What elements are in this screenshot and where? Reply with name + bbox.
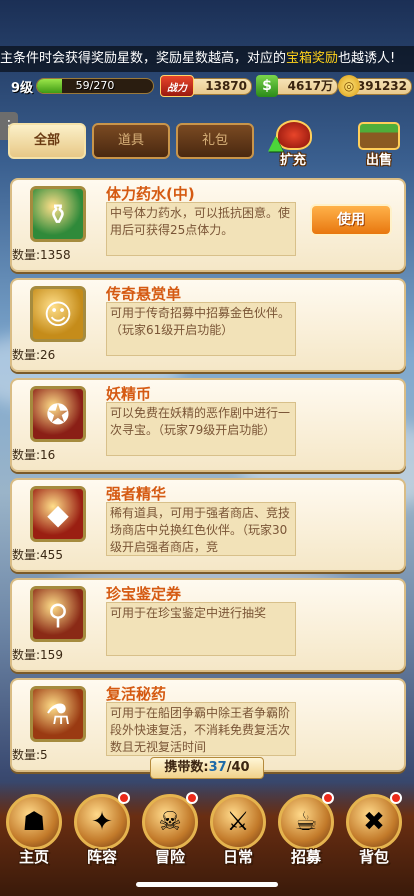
carry-label: 携带数: xyxy=(164,760,209,775)
carry-capacity: 携带数:37/40 xyxy=(150,757,264,779)
item-quantity: 数量:16 xyxy=(12,448,56,462)
expand-button[interactable]: ▲ 扩充 xyxy=(264,120,322,168)
item-quantity: 数量:159 xyxy=(12,648,63,662)
magnifier-icon: ⚲ xyxy=(30,586,86,642)
ticker-text-end: 也越诱人! xyxy=(338,51,396,66)
item-description: 中号体力药水，可以抵抗困意。使用后可获得25点体力。 xyxy=(106,202,296,256)
item-card-treasure-appraisal-ticket[interactable]: ⚲ 珍宝鉴定券 可用于在珍宝鉴定中进行抽奖数量:159 xyxy=(10,578,406,672)
nav-label: 冒险 xyxy=(154,848,185,866)
item-card-elite-essence[interactable]: ◆ 强者精华 稀有道具，可用于强者商店、竞技场商店中兑换红色伙伴。（玩家30级开启强… xyxy=(10,478,406,572)
item-glyph: ⚱ xyxy=(46,197,70,231)
notification-badge xyxy=(322,792,334,804)
nav-glyph: ☗ xyxy=(22,807,46,837)
item-name: 复活秘药 xyxy=(106,685,167,703)
item-quantity: 数量:455 xyxy=(12,548,63,562)
nav-label: 背包 xyxy=(358,848,389,866)
xp-bar: 59/270 xyxy=(36,78,154,94)
xp-text: 59/270 xyxy=(75,79,115,92)
sell-label: 出售 xyxy=(365,153,392,168)
nav-label: 招募 xyxy=(290,848,321,866)
item-description: 可用于在船团争霸中除王者争霸阶段外快速复活，不消耗免费复活次数且无视复活时间 xyxy=(106,702,296,756)
bag-tabs: 全部 道具 礼包 ▲ 扩充 出售 xyxy=(0,118,414,168)
item-glyph: ✪ xyxy=(46,397,70,431)
item-name: 妖精币 xyxy=(106,385,152,403)
carry-max: /40 xyxy=(226,760,250,775)
item-card-stamina-potion[interactable]: ⚱ 体力药水(中) 中号体力药水，可以抵抗困意。使用后可获得25点体力。数量:135… xyxy=(10,178,406,272)
item-glyph: ☺ xyxy=(43,297,73,331)
item-quantity: 数量:26 xyxy=(12,348,56,362)
item-description: 可用于在珍宝鉴定中进行抽奖 xyxy=(106,602,296,656)
announcement-ticker: 主条件时会获得奖励星数，奖励星数越高，对应的宝箱奖励也越诱人! xyxy=(0,46,414,72)
item-card-fairy-coin[interactable]: ✪ 妖精币 可以免费在妖精的恶作剧中进行一次寻宝。（玩家79级开启功能） 数量:16 xyxy=(10,378,406,472)
sword-icon: ⚔ xyxy=(210,794,266,850)
item-description: 可以免费在妖精的恶作剧中进行一次寻宝。（玩家79级开启功能） xyxy=(106,402,296,456)
wanted-poster-icon: ☺ xyxy=(30,286,86,342)
player-level: 9级 xyxy=(11,81,34,96)
nav-bag[interactable]: ✖ 背包 xyxy=(342,792,406,868)
item-description: 可用于传奇招募中招募金色伙伴。（玩家61级开启功能） xyxy=(106,302,296,356)
bottom-navigation: ☗ 主页 ✦ 阵容 ☠ 冒险 ⚔ 日常 ☕ 招募 ✖ 背包 xyxy=(0,782,414,896)
item-name: 体力药水(中) xyxy=(106,185,195,203)
nav-glyph: ☠ xyxy=(158,807,182,837)
item-name: 珍宝鉴定券 xyxy=(106,585,182,603)
status-bar: 9级 59/270 13870 战力 4617万 $ 391232 ◎ xyxy=(0,74,414,98)
home-icon: ☗ xyxy=(6,794,62,850)
crystal-icon: ◆ xyxy=(30,486,86,542)
fairy-coin-icon: ✪ xyxy=(30,386,86,442)
notification-badge xyxy=(390,792,402,804)
nav-label: 阵容 xyxy=(86,848,117,866)
gold-coin-icon: ◎ xyxy=(338,75,360,97)
nav-lineup[interactable]: ✦ 阵容 xyxy=(70,792,134,868)
nav-home[interactable]: ☗ 主页 xyxy=(2,794,66,868)
nav-label: 日常 xyxy=(222,848,253,866)
nav-adventure[interactable]: ☠ 冒险 xyxy=(138,792,202,868)
item-name: 传奇悬赏单 xyxy=(106,285,182,303)
notification-badge xyxy=(186,792,198,804)
item-quantity: 数量:1358 xyxy=(12,248,71,262)
ticker-highlight: 宝箱奖励 xyxy=(286,51,339,66)
tab-items[interactable]: 道具 xyxy=(92,123,170,159)
nav-label: 主页 xyxy=(18,848,49,866)
item-description: 稀有道具，可用于强者商店、竞技场商店中兑换红色伙伴。（玩家30级开启强者商店，竞 xyxy=(106,502,296,556)
home-indicator xyxy=(136,882,278,887)
treasure-chest-icon xyxy=(358,122,400,150)
nav-glyph: ⚔ xyxy=(226,807,250,837)
tab-gift-packs[interactable]: 礼包 xyxy=(176,123,254,159)
item-name: 强者精华 xyxy=(106,485,167,503)
nav-glyph: ☕ xyxy=(294,807,318,837)
item-glyph: ⚗ xyxy=(45,697,71,731)
potion-icon: ⚱ xyxy=(30,186,86,242)
item-quantity: 数量:5 xyxy=(12,748,48,762)
item-card-legendary-bounty[interactable]: ☺ 传奇悬赏单 可用于传奇招募中招募金色伙伴。（玩家61级开启功能） 数量:26 xyxy=(10,278,406,372)
tab-all[interactable]: 全部 xyxy=(8,123,86,159)
ticker-text: 主条件时会获得奖励星数，奖励星数越高，对应的 xyxy=(0,51,287,66)
sell-button[interactable]: 出售 xyxy=(350,120,408,168)
use-button[interactable]: 使用 xyxy=(310,204,392,236)
nav-recruit[interactable]: ☕ 招募 xyxy=(274,792,338,868)
item-glyph: ⚲ xyxy=(47,597,69,631)
nav-daily[interactable]: ⚔ 日常 xyxy=(206,794,270,868)
notification-badge xyxy=(118,792,130,804)
nav-glyph: ✖ xyxy=(363,807,385,837)
expand-label: 扩充 xyxy=(279,153,306,168)
power-icon: 战力 xyxy=(160,75,194,97)
item-glyph: ◆ xyxy=(47,497,69,531)
revive-potion-icon: ⚗ xyxy=(30,686,86,742)
carry-count: 37 xyxy=(208,760,227,775)
cash-icon: $ xyxy=(256,75,278,97)
nav-glyph: ✦ xyxy=(91,807,113,837)
